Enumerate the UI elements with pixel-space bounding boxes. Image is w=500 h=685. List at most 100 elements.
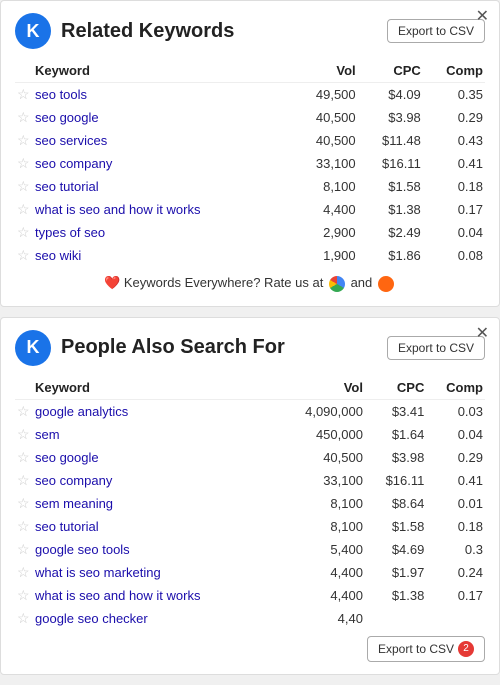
people-also-search-widget: ✕ K People Also Search For Export to CSV… <box>0 317 500 675</box>
table-row: ☆ seo tools 49,500 $4.09 0.35 <box>15 83 485 107</box>
col-cpc-2: CPC <box>365 376 426 400</box>
comp-cell: 0.24 <box>426 561 485 584</box>
comp-cell <box>426 607 485 630</box>
table-row: ☆ google analytics 4,090,000 $3.41 0.03 <box>15 399 485 423</box>
comp-cell: 0.35 <box>423 83 485 107</box>
keyword-cell[interactable]: seo company <box>33 152 291 175</box>
keyword-cell[interactable]: sem <box>33 423 276 446</box>
keyword-cell[interactable]: seo services <box>33 129 291 152</box>
keyword-cell[interactable]: google seo tools <box>33 538 276 561</box>
keyword-cell[interactable]: google analytics <box>33 399 276 423</box>
vol-cell: 4,400 <box>276 561 365 584</box>
table-row: ☆ seo company 33,100 $16.11 0.41 <box>15 469 485 492</box>
table-row: ☆ google seo checker 4,40 <box>15 607 485 630</box>
comp-cell: 0.18 <box>423 175 485 198</box>
comp-cell: 0.29 <box>426 446 485 469</box>
star-icon[interactable]: ☆ <box>15 446 33 469</box>
star-icon[interactable]: ☆ <box>15 469 33 492</box>
table-row: ☆ seo google 40,500 $3.98 0.29 <box>15 446 485 469</box>
k-logo-1: K <box>15 13 51 49</box>
table-row: ☆ what is seo and how it works 4,400 $1.… <box>15 584 485 607</box>
keyword-cell[interactable]: seo tools <box>33 83 291 107</box>
cpc-cell: $2.49 <box>358 221 423 244</box>
star-icon[interactable]: ☆ <box>15 423 33 446</box>
cpc-cell: $1.58 <box>358 175 423 198</box>
col-cpc: CPC <box>358 59 423 83</box>
widget2-title-group: K People Also Search For <box>15 330 285 366</box>
close-button-1[interactable]: ✕ <box>476 9 489 25</box>
vol-cell: 8,100 <box>276 492 365 515</box>
table-row: ☆ what is seo marketing 4,400 $1.97 0.24 <box>15 561 485 584</box>
firefox-icon <box>378 276 394 292</box>
keyword-cell[interactable]: sem meaning <box>33 492 276 515</box>
cpc-cell: $4.69 <box>365 538 426 561</box>
col-comp-2: Comp <box>426 376 485 400</box>
export-csv-button-2[interactable]: Export to CSV <box>387 336 485 360</box>
export-csv-button-1[interactable]: Export to CSV <box>387 19 485 43</box>
star-icon[interactable]: ☆ <box>15 538 33 561</box>
star-icon[interactable]: ☆ <box>15 399 33 423</box>
col-star-2 <box>15 376 33 400</box>
vol-cell: 4,400 <box>291 198 358 221</box>
star-icon[interactable]: ☆ <box>15 492 33 515</box>
vol-cell: 33,100 <box>291 152 358 175</box>
export-csv-bottom-button[interactable]: Export to CSV 2 <box>367 636 485 662</box>
table-row: ☆ seo services 40,500 $11.48 0.43 <box>15 129 485 152</box>
keyword-cell[interactable]: what is seo marketing <box>33 561 276 584</box>
keyword-cell[interactable]: google seo checker <box>33 607 276 630</box>
keyword-cell[interactable]: seo google <box>33 106 291 129</box>
rating-text-and: and <box>351 275 373 290</box>
cpc-cell: $3.41 <box>365 399 426 423</box>
star-icon[interactable]: ☆ <box>15 152 33 175</box>
keyword-cell[interactable]: seo tutorial <box>33 175 291 198</box>
star-icon[interactable]: ☆ <box>15 175 33 198</box>
star-icon[interactable]: ☆ <box>15 515 33 538</box>
col-keyword-2: Keyword <box>33 376 276 400</box>
close-button-2[interactable]: ✕ <box>476 326 489 342</box>
star-icon[interactable]: ☆ <box>15 561 33 584</box>
table-row: ☆ types of seo 2,900 $2.49 0.04 <box>15 221 485 244</box>
star-icon[interactable]: ☆ <box>15 221 33 244</box>
comp-cell: 0.04 <box>426 423 485 446</box>
table-row: ☆ seo tutorial 8,100 $1.58 0.18 <box>15 515 485 538</box>
comp-cell: 0.41 <box>423 152 485 175</box>
vol-cell: 33,100 <box>276 469 365 492</box>
table-row: ☆ seo google 40,500 $3.98 0.29 <box>15 106 485 129</box>
cpc-cell: $1.38 <box>358 198 423 221</box>
comp-cell: 0.08 <box>423 244 485 267</box>
cpc-cell: $1.58 <box>365 515 426 538</box>
cpc-cell: $1.64 <box>365 423 426 446</box>
col-vol: Vol <box>291 59 358 83</box>
vol-cell: 8,100 <box>276 515 365 538</box>
vol-cell: 40,500 <box>291 129 358 152</box>
vol-cell: 5,400 <box>276 538 365 561</box>
col-comp: Comp <box>423 59 485 83</box>
table-footer: Export to CSV 2 <box>15 636 485 662</box>
keyword-cell[interactable]: seo wiki <box>33 244 291 267</box>
keyword-cell[interactable]: what is seo and how it works <box>33 198 291 221</box>
vol-cell: 2,900 <box>291 221 358 244</box>
export-badge: 2 <box>458 641 474 657</box>
star-icon[interactable]: ☆ <box>15 106 33 129</box>
vol-cell: 4,400 <box>276 584 365 607</box>
comp-cell: 0.29 <box>423 106 485 129</box>
comp-cell: 0.17 <box>423 198 485 221</box>
star-icon[interactable]: ☆ <box>15 198 33 221</box>
keyword-cell[interactable]: what is seo and how it works <box>33 584 276 607</box>
k-logo-2: K <box>15 330 51 366</box>
keyword-cell[interactable]: types of seo <box>33 221 291 244</box>
vol-cell: 49,500 <box>291 83 358 107</box>
keyword-cell[interactable]: seo google <box>33 446 276 469</box>
star-icon[interactable]: ☆ <box>15 244 33 267</box>
table-row: ☆ google seo tools 5,400 $4.69 0.3 <box>15 538 485 561</box>
star-icon[interactable]: ☆ <box>15 607 33 630</box>
star-icon[interactable]: ☆ <box>15 584 33 607</box>
star-icon[interactable]: ☆ <box>15 129 33 152</box>
keyword-cell[interactable]: seo company <box>33 469 276 492</box>
cpc-cell: $16.11 <box>358 152 423 175</box>
heart-icon: ❤️ <box>104 275 120 290</box>
star-icon[interactable]: ☆ <box>15 83 33 107</box>
keyword-cell[interactable]: seo tutorial <box>33 515 276 538</box>
cpc-cell: $16.11 <box>365 469 426 492</box>
cpc-cell: $11.48 <box>358 129 423 152</box>
